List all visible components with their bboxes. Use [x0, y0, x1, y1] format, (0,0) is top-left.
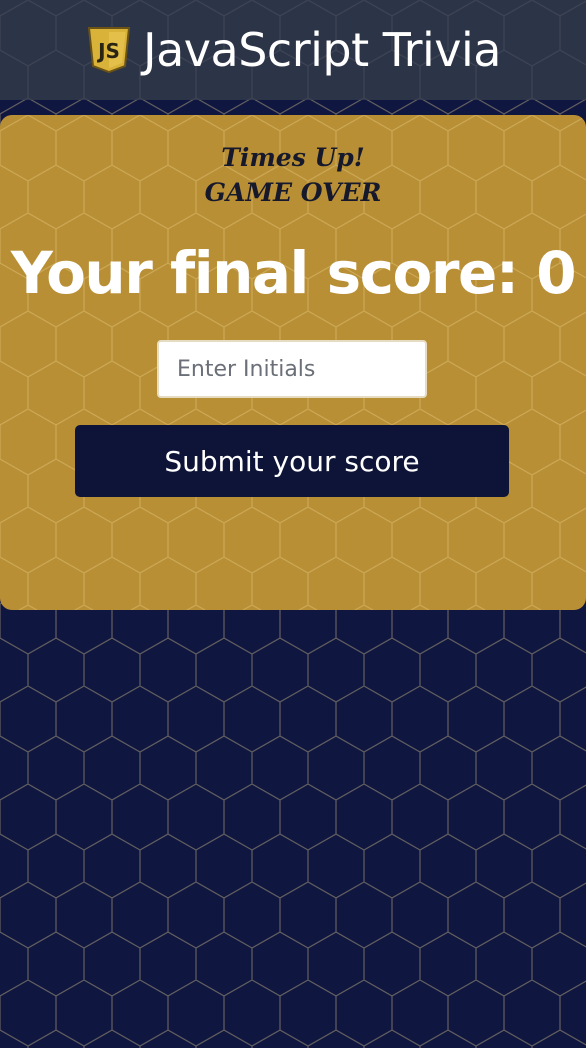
- logo-text: JS: [96, 39, 120, 63]
- page-title: JavaScript Trivia: [143, 23, 501, 77]
- header: JS JavaScript Trivia: [0, 0, 586, 100]
- game-over-card: Times Up! GAME OVER Your final score: 0 …: [0, 115, 586, 610]
- game-over-text: GAME OVER: [204, 178, 382, 207]
- final-score: Your final score: 0: [10, 239, 577, 307]
- times-up-text: Times Up!: [221, 143, 365, 172]
- javascript-shield-icon: JS: [87, 27, 131, 74]
- header-inner: JS JavaScript Trivia: [0, 0, 586, 100]
- initials-input[interactable]: [157, 340, 427, 398]
- submit-score-button[interactable]: Submit your score: [75, 425, 509, 497]
